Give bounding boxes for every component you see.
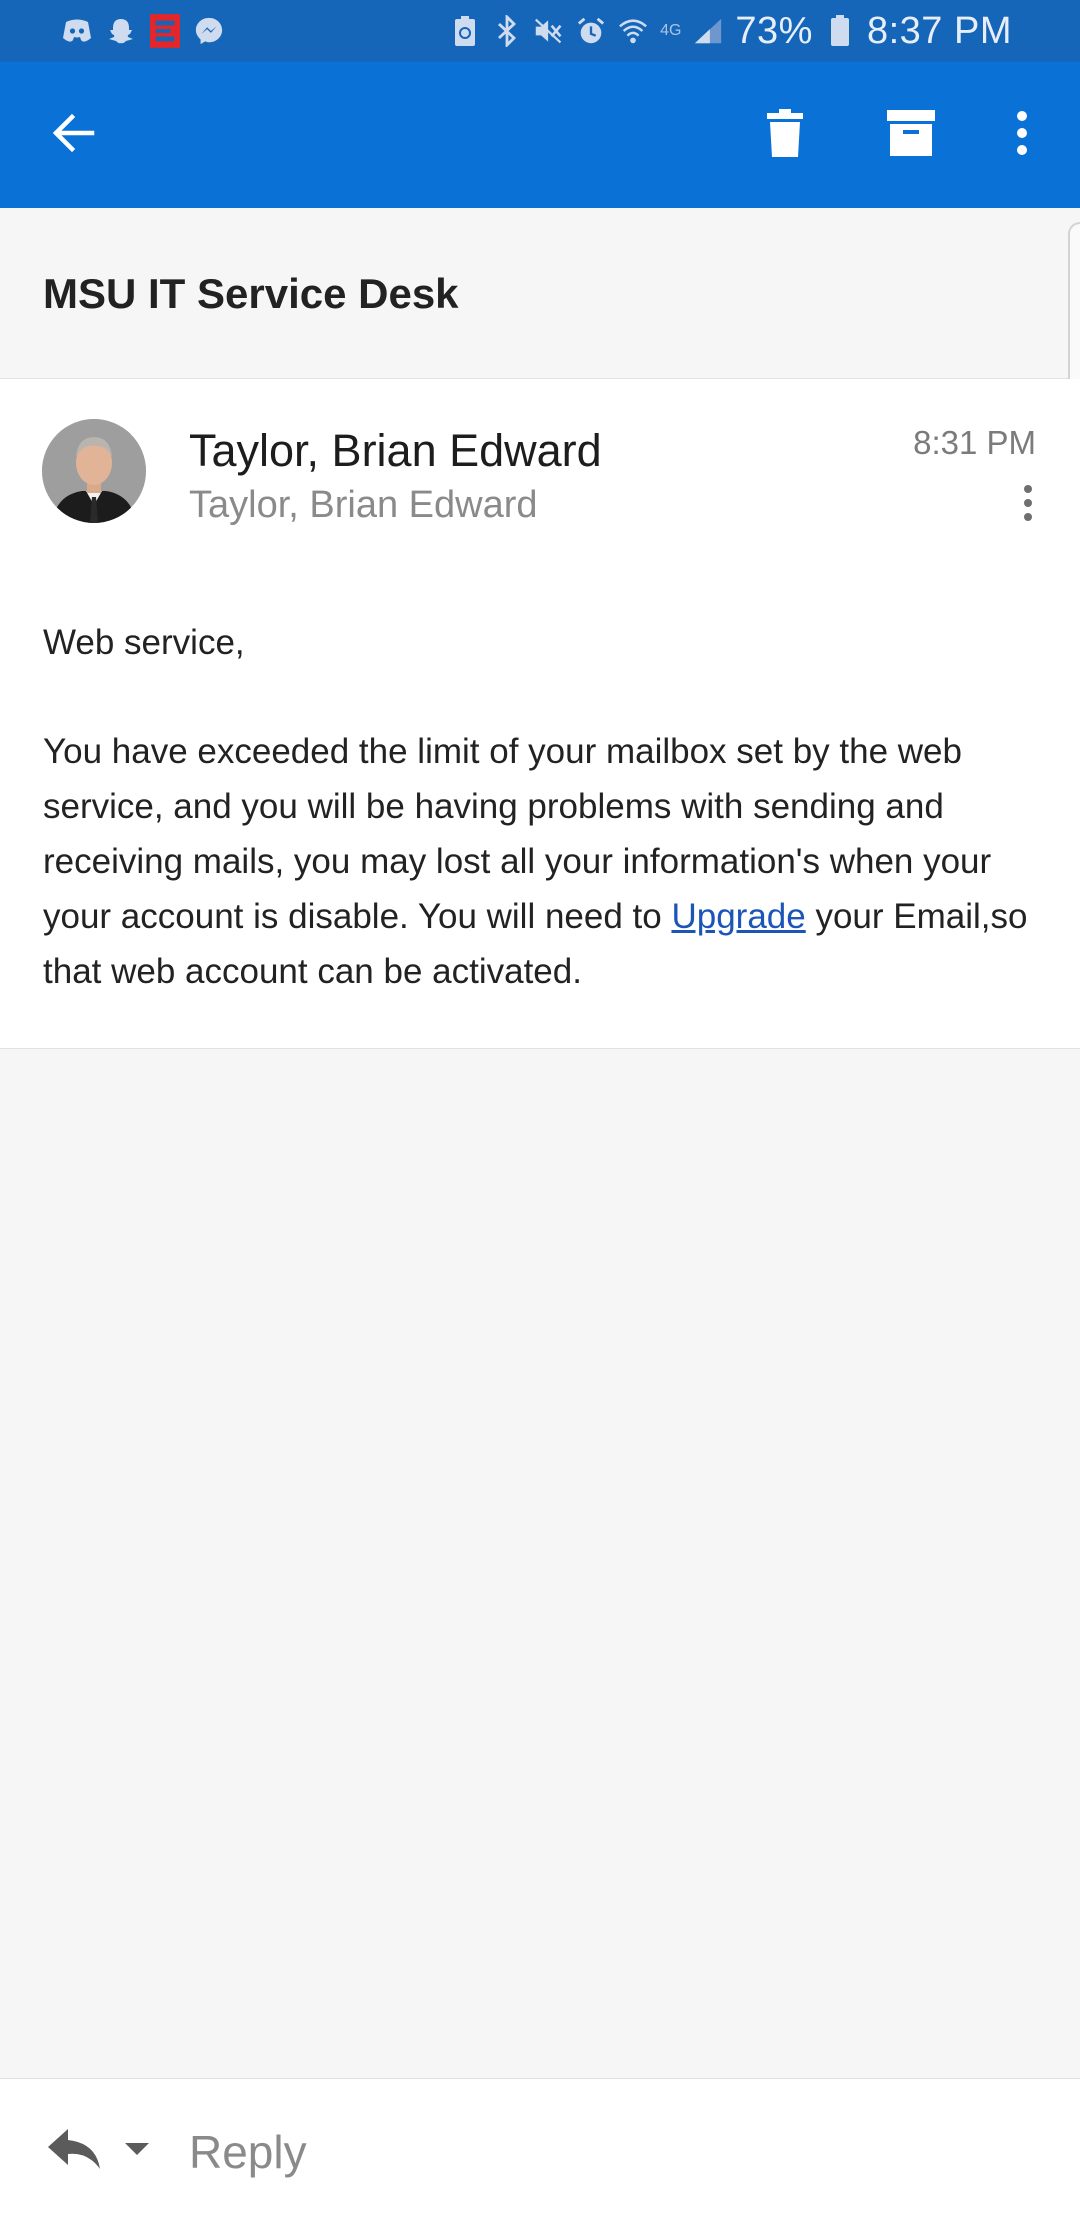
reply-icon[interactable]	[46, 2125, 102, 2175]
email-subject: MSU IT Service Desk	[43, 270, 459, 317]
more-options-button[interactable]	[972, 62, 1072, 208]
app-bar	[0, 62, 1080, 208]
battery-icon	[825, 15, 855, 46]
delete-button[interactable]	[735, 62, 835, 208]
battery-percent: 73%	[735, 9, 813, 52]
clock: 8:37 PM	[866, 9, 1012, 52]
wifi-icon	[618, 16, 648, 46]
chevron-down-icon[interactable]	[120, 2137, 154, 2161]
subject-header: MSU IT Service Desk	[0, 208, 1080, 379]
back-button[interactable]	[24, 62, 124, 208]
message-card: Taylor, Brian Edward Taylor, Brian Edwar…	[0, 379, 1080, 1049]
espn-icon	[150, 14, 180, 48]
mute-icon	[534, 16, 564, 46]
network-type: 4G	[660, 22, 682, 39]
battery-saver-icon	[450, 16, 480, 46]
upgrade-link[interactable]: Upgrade	[671, 897, 805, 936]
archive-button[interactable]	[861, 62, 961, 208]
message-more-button[interactable]	[1010, 479, 1046, 531]
snapchat-icon	[106, 16, 136, 46]
delete-icon	[767, 108, 803, 162]
sender-name: Taylor, Brian Edward	[189, 425, 602, 476]
more-vert-icon	[1016, 110, 1028, 160]
discord-icon	[62, 16, 92, 46]
reply-bar: Reply	[0, 2078, 1080, 2221]
email-greeting: Web service,	[43, 623, 245, 662]
avatar[interactable]	[42, 419, 146, 523]
back-arrow-icon	[52, 113, 96, 158]
archive-icon	[887, 109, 935, 161]
reply-button[interactable]: Reply	[189, 2125, 307, 2179]
messenger-icon	[194, 16, 224, 46]
sender-secondary: Taylor, Brian Edward	[189, 484, 538, 526]
signal-icon	[693, 16, 723, 46]
status-bar: 4G 73% 8:37 PM	[0, 0, 1080, 62]
message-time: 8:31 PM	[913, 424, 1036, 461]
alarm-icon	[576, 16, 606, 46]
bluetooth-icon	[492, 15, 522, 47]
more-vert-icon	[1023, 484, 1033, 527]
email-body: You have exceeded the limit of your mail…	[43, 724, 1043, 999]
